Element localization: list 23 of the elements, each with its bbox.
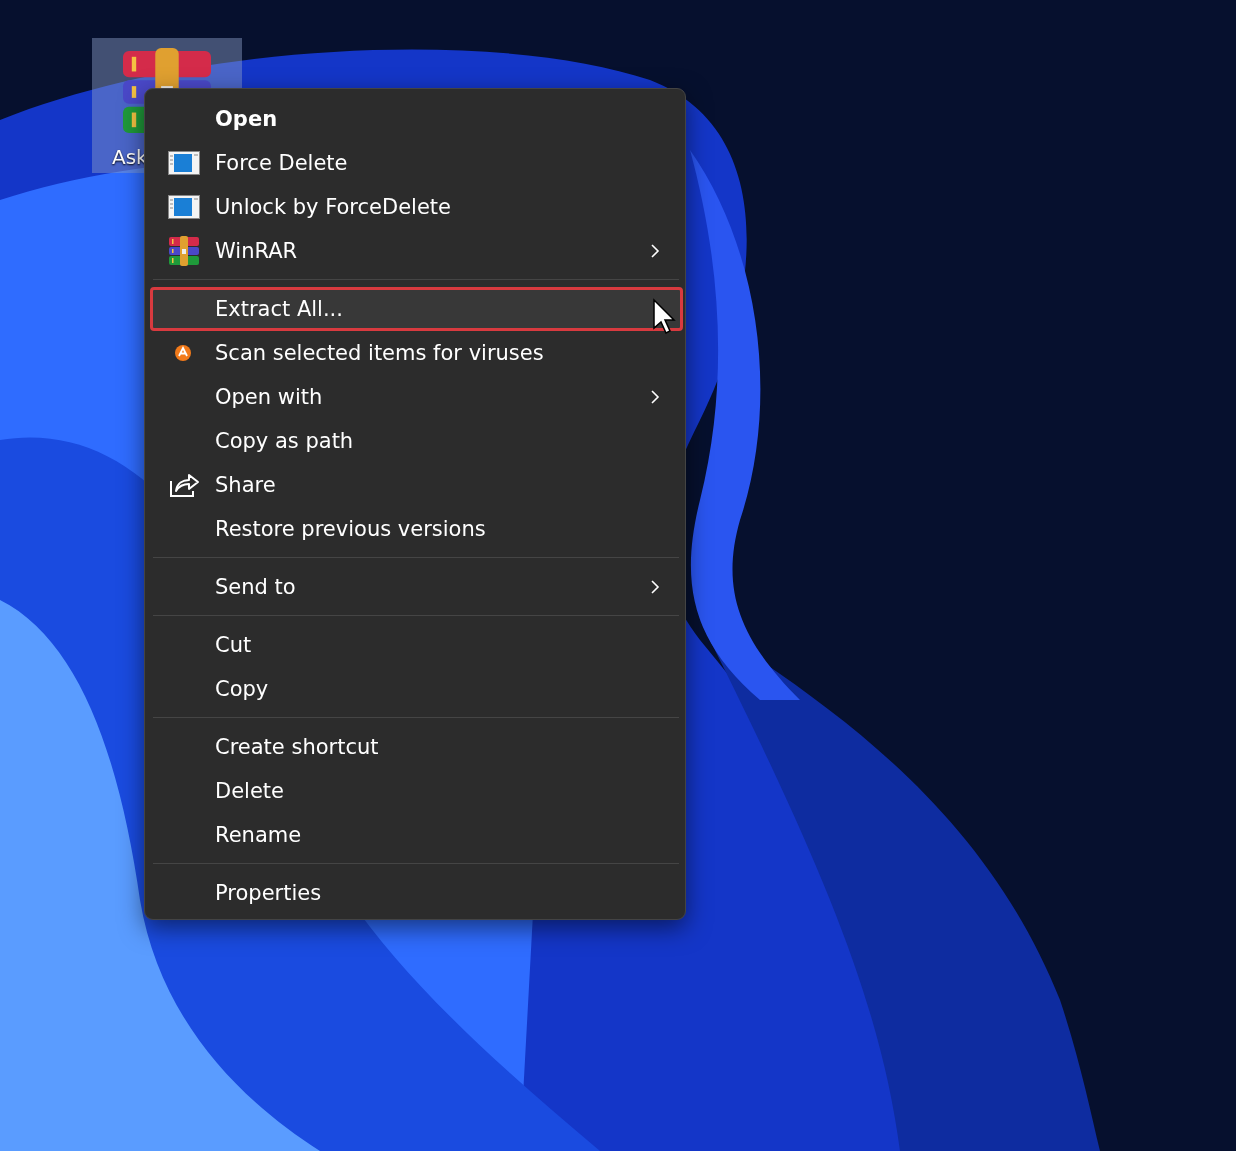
menu-item[interactable]: Cut — [150, 623, 683, 667]
menu-item[interactable]: WinRAR — [150, 229, 683, 273]
menu-item[interactable]: Copy — [150, 667, 683, 711]
window-icon — [168, 195, 200, 219]
mouse-cursor-icon — [652, 298, 678, 336]
share-icon — [168, 471, 200, 499]
menu-item[interactable]: Open with — [150, 375, 683, 419]
menu-item[interactable]: Rename — [150, 813, 683, 857]
window-icon — [168, 151, 200, 175]
menu-item[interactable]: Copy as path — [150, 419, 683, 463]
menu-item[interactable]: Properties — [150, 871, 683, 915]
menu-item[interactable]: Scan selected items for viruses — [150, 331, 683, 375]
archive-books-icon — [168, 236, 200, 266]
menu-item[interactable]: Extract All... — [150, 287, 683, 331]
menu-item[interactable]: Share — [150, 463, 683, 507]
menu-item[interactable]: Open — [150, 97, 683, 141]
antivirus-icon — [174, 344, 192, 362]
menu-item[interactable]: Send to — [150, 565, 683, 609]
menu-item[interactable]: Restore previous versions — [150, 507, 683, 551]
menu-item[interactable]: Create shortcut — [150, 725, 683, 769]
menu-item[interactable]: Force Delete — [150, 141, 683, 185]
menu-item[interactable]: Unlock by ForceDelete — [150, 185, 683, 229]
menu-item[interactable]: Delete — [150, 769, 683, 813]
